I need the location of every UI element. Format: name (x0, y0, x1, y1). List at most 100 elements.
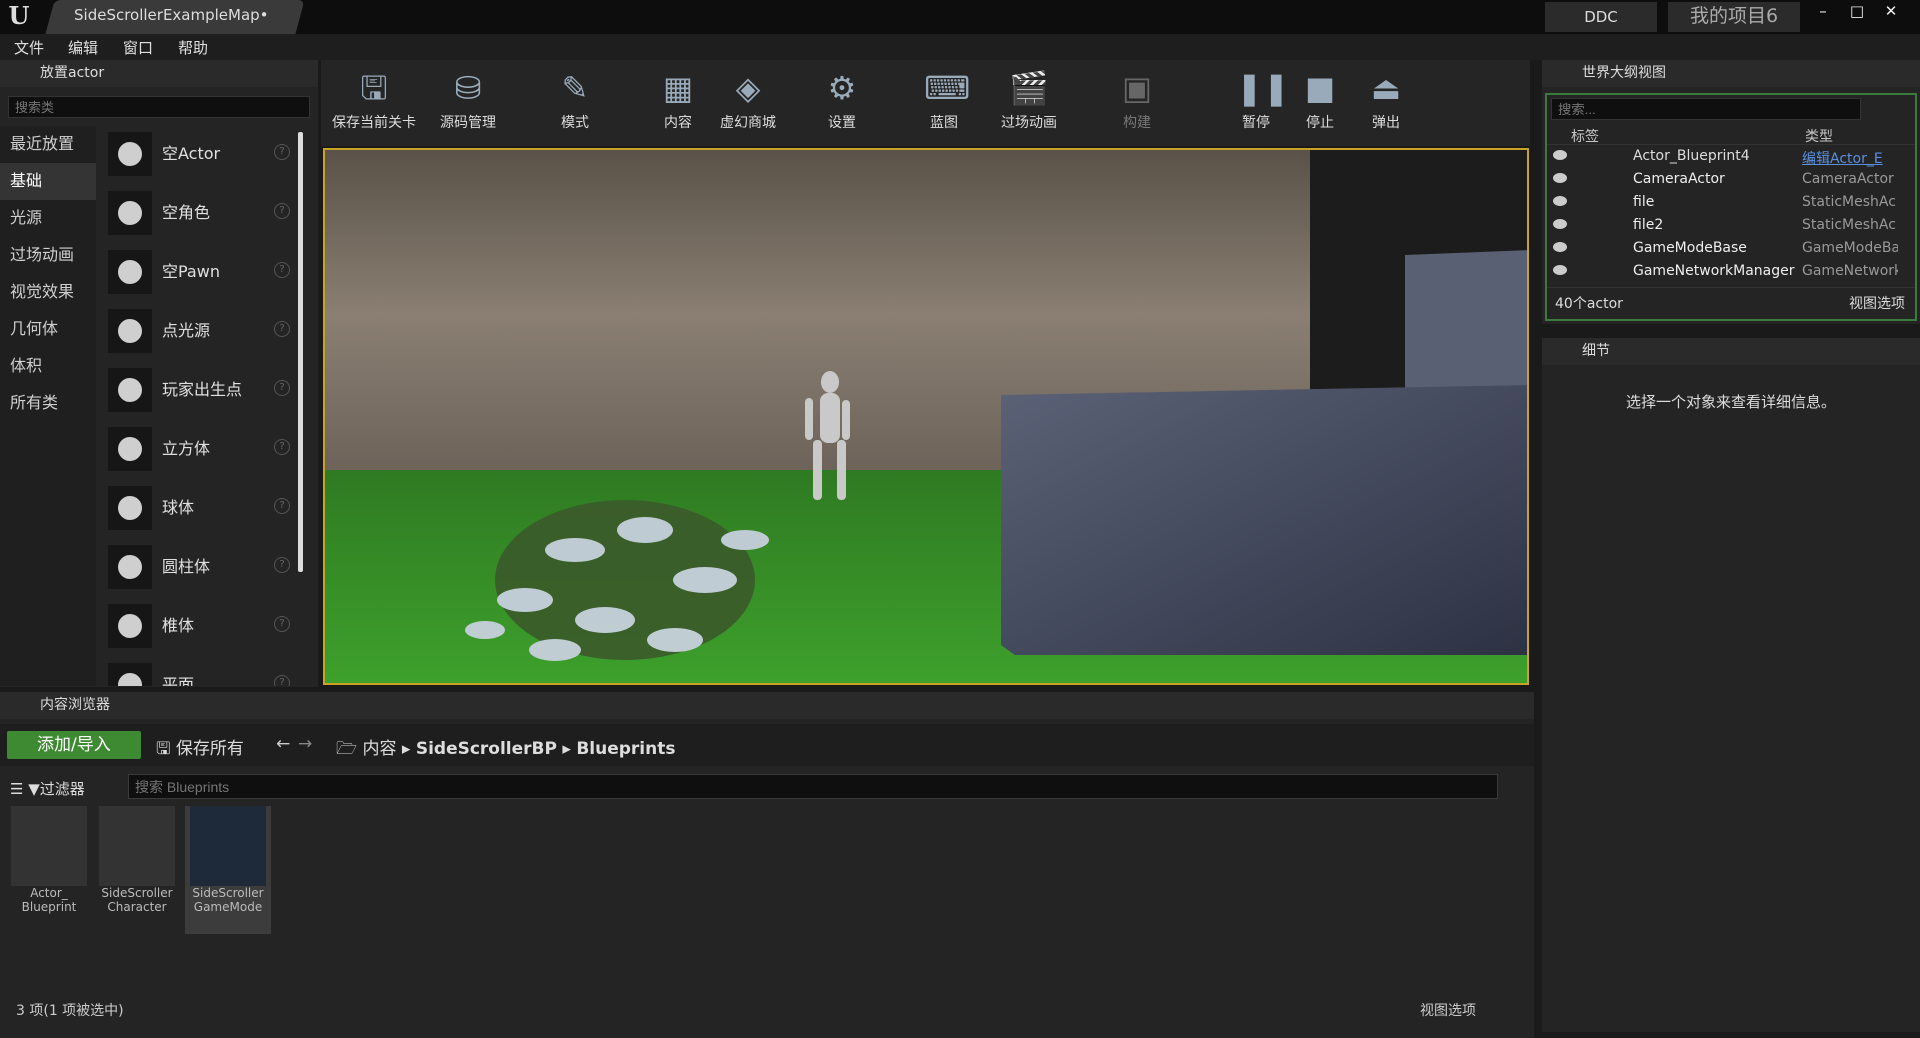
outliner-view-options[interactable]: 视图选项 (1849, 293, 1905, 313)
table-row[interactable]: CameraActor CameraActor (1547, 168, 1915, 191)
table-row[interactable]: Actor_Blueprint4 编辑Actor_E (1547, 145, 1915, 168)
marketplace-button[interactable]: ◈ 虚幻商城 (704, 62, 792, 142)
menu-edit[interactable]: 编辑 (68, 37, 98, 58)
breadcrumb-content[interactable]: 内容 (362, 739, 396, 759)
table-row[interactable]: GameNetworkManager GameNetwork (1547, 260, 1915, 283)
close-icon[interactable]: ✕ (1874, 2, 1908, 22)
asset-label: Actor_ (30, 886, 68, 900)
list-item[interactable]: 球体? (100, 480, 296, 539)
cinematics-button[interactable]: 🎬 过场动画 (985, 62, 1073, 142)
actor-list-scrollbar[interactable] (298, 132, 303, 572)
eject-button[interactable]: ⏏ 弹出 (1342, 62, 1430, 142)
player-start-icon (108, 368, 152, 412)
row-name: GameModeBase (1633, 240, 1747, 256)
item-label: 圆柱体 (162, 557, 211, 576)
outliner-search-input[interactable] (1551, 98, 1861, 120)
blueprints-search-input[interactable] (128, 774, 1498, 799)
details-panel: 细节 选择一个对象来查看详细信息。 (1542, 338, 1920, 1032)
filter-button[interactable]: ☰ ▼过滤器 (10, 778, 85, 799)
asset-actor-blueprint[interactable]: Actor_ Blueprint (10, 806, 88, 934)
eject-label: 弹出 (1372, 115, 1400, 131)
item-label: 球体 (162, 498, 195, 517)
help-icon[interactable]: ? (274, 203, 290, 219)
help-icon[interactable]: ? (274, 321, 290, 337)
category-recent[interactable]: 最近放置 (0, 126, 96, 163)
modes-button[interactable]: ✎ 模式 (531, 62, 619, 142)
eye-icon[interactable] (1553, 242, 1567, 252)
table-row[interactable]: file StaticMeshAc (1547, 191, 1915, 214)
help-icon[interactable]: ? (274, 498, 290, 514)
maximize-icon[interactable]: □ (1840, 2, 1874, 22)
menu-help[interactable]: 帮助 (178, 37, 208, 58)
category-all-classes[interactable]: 所有类 (0, 385, 96, 422)
list-item[interactable]: 空Pawn? (100, 244, 296, 303)
list-item[interactable]: 空Actor? (100, 126, 296, 185)
category-cinematic[interactable]: 过场动画 (0, 237, 96, 274)
help-icon[interactable]: ? (274, 616, 290, 632)
list-item[interactable]: 立方体? (100, 421, 296, 480)
help-icon[interactable]: ? (274, 675, 290, 686)
asset-sidescroller-character[interactable]: SideScroller Character (98, 806, 176, 934)
search-class-input[interactable] (8, 96, 310, 118)
row-type: GameNetwork (1802, 263, 1898, 279)
row-name: file2 (1633, 217, 1664, 233)
col-type-header[interactable]: 类型 (1805, 126, 1833, 146)
category-visual-effects[interactable]: 视觉效果 (0, 274, 96, 311)
eye-icon[interactable] (1553, 173, 1567, 183)
eye-icon[interactable] (1553, 219, 1567, 229)
actor-list: 空Actor? 空角色? 空Pawn? 点光源? 玩家出生点? 立方体? 球体?… (100, 126, 296, 686)
eye-icon[interactable] (1553, 265, 1567, 275)
list-item[interactable]: 点光源? (100, 303, 296, 362)
row-type: StaticMeshAc (1802, 217, 1896, 233)
back-arrow-icon[interactable]: ← (276, 734, 290, 754)
list-item[interactable]: 玩家出生点? (100, 362, 296, 421)
list-item[interactable]: 平面? (100, 657, 296, 686)
list-item[interactable]: 空角色? (100, 185, 296, 244)
save-level-button[interactable]: 🖫 保存当前关卡 (330, 62, 418, 142)
help-icon[interactable]: ? (274, 439, 290, 455)
ddc-button[interactable]: DDC (1545, 2, 1657, 32)
eye-icon[interactable] (1553, 150, 1567, 160)
category-lights[interactable]: 光源 (0, 200, 96, 237)
help-icon[interactable]: ? (274, 380, 290, 396)
breadcrumb-sidescrollerbp[interactable]: SideScrollerBP (416, 739, 557, 759)
asset-sidescroller-gamemode[interactable]: SideScroller GameMode (185, 806, 271, 934)
menu-file[interactable]: 文件 (14, 37, 44, 58)
category-geometry[interactable]: 几何体 (0, 311, 96, 348)
marketplace-bag-icon: ◈ (735, 69, 761, 107)
level-viewport[interactable] (323, 148, 1529, 685)
details-tab[interactable]: 细节 (1542, 338, 1920, 365)
world-outliner-tab[interactable]: 世界大纲视图 (1542, 60, 1920, 87)
row-type-link[interactable]: 编辑Actor_E (1802, 148, 1898, 168)
blueprints-button[interactable]: ⌨ 蓝图 (900, 62, 988, 142)
source-control-button[interactable]: ⛁ 源码管理 (424, 62, 512, 142)
category-volumes[interactable]: 体积 (0, 348, 96, 385)
list-item[interactable]: 圆柱体? (100, 539, 296, 598)
save-all-button[interactable]: 🖫 保存所有 (156, 734, 244, 765)
place-actors-tab[interactable]: 放置actor (0, 60, 318, 87)
build-button[interactable]: ▣ 构建 (1093, 62, 1181, 142)
help-icon[interactable]: ? (274, 144, 290, 160)
minimize-icon[interactable]: – (1806, 2, 1840, 22)
sphere-icon (108, 486, 152, 530)
selection-status: 3 项(1 项被选中) (16, 1003, 124, 1019)
category-basic[interactable]: 基础 (0, 163, 96, 200)
breadcrumb-blueprints[interactable]: Blueprints (576, 739, 675, 759)
help-icon[interactable]: ? (274, 557, 290, 573)
cone-icon (108, 604, 152, 648)
content-browser-tab[interactable]: 内容浏览器 (0, 692, 1534, 719)
settings-button[interactable]: ⚙ 设置 (798, 62, 886, 142)
col-label-header[interactable]: 标签 (1571, 126, 1599, 146)
help-icon[interactable]: ? (274, 262, 290, 278)
table-row[interactable]: GameModeBase GameModeBa (1547, 237, 1915, 260)
eye-icon[interactable] (1553, 196, 1567, 206)
list-item[interactable]: 椎体? (100, 598, 296, 657)
menu-window[interactable]: 窗口 (123, 37, 153, 58)
unreal-logo-icon[interactable]: U (4, 2, 34, 32)
table-row[interactable]: file2 StaticMeshAc (1547, 214, 1915, 237)
forward-arrow-icon[interactable]: → (298, 734, 312, 754)
category-list: 最近放置 基础 光源 过场动画 视觉效果 几何体 体积 所有类 (0, 126, 96, 686)
add-import-button[interactable]: 添加/导入 (7, 731, 141, 759)
item-label: 平面 (162, 675, 195, 686)
content-view-options[interactable]: 视图选项 (1420, 1000, 1476, 1020)
